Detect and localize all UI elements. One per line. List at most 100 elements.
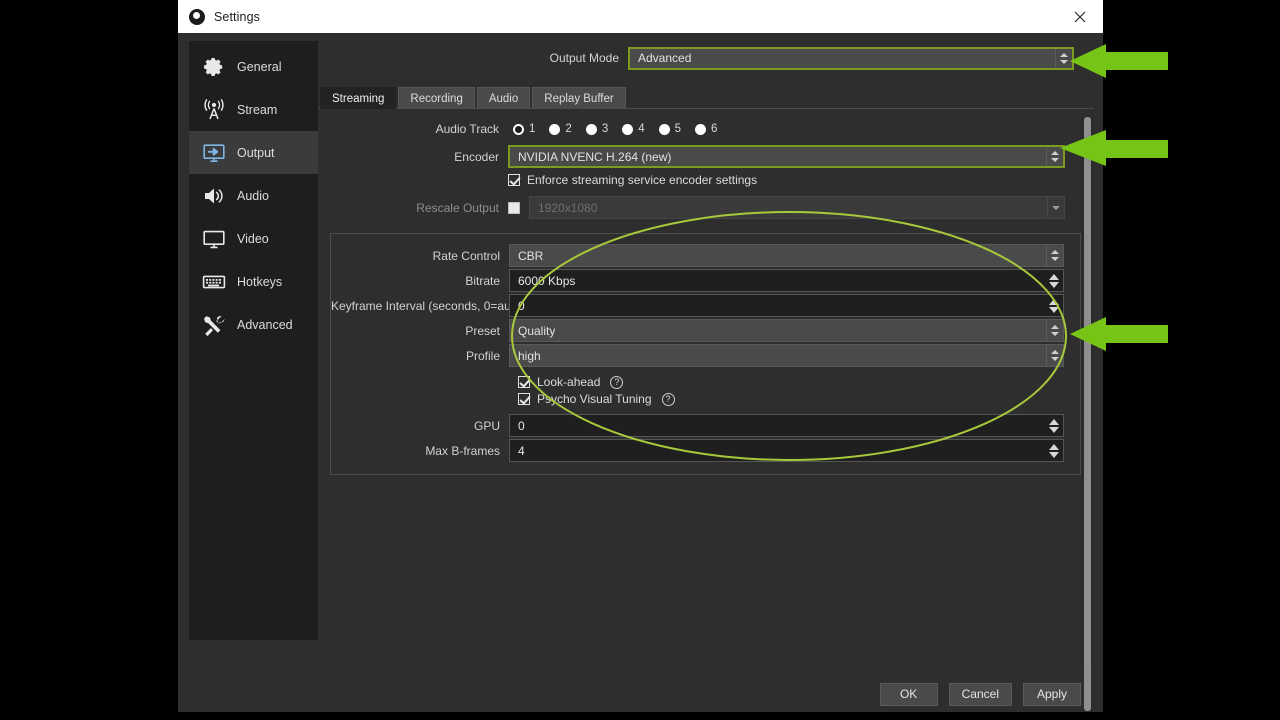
encoder-settings-group: Rate Control CBR Bitrate 6000 Kbps bbox=[330, 233, 1081, 475]
bframes-row: Max B-frames 4 bbox=[331, 439, 1080, 462]
tab-streaming[interactable]: Streaming bbox=[320, 87, 396, 109]
radio-icon[interactable] bbox=[695, 124, 706, 135]
lookahead-row[interactable]: Look-ahead ? bbox=[518, 375, 1080, 389]
spinner-icon[interactable] bbox=[1045, 440, 1062, 461]
rescale-row: Rescale Output 1920x1080 bbox=[318, 196, 1081, 219]
rescale-select: 1920x1080 bbox=[529, 196, 1065, 219]
sidebar-item-label: Output bbox=[237, 146, 275, 160]
scrollbar-thumb[interactable] bbox=[1084, 117, 1091, 711]
output-mode-row: Output Mode Advanced bbox=[318, 45, 1094, 71]
cancel-button[interactable]: Cancel bbox=[949, 683, 1012, 706]
radio-icon[interactable] bbox=[622, 124, 633, 135]
gpu-label: GPU bbox=[331, 419, 509, 433]
rate-control-label: Rate Control bbox=[331, 249, 509, 263]
audio-track-5[interactable]: 5 bbox=[654, 123, 681, 135]
audio-track-3[interactable]: 3 bbox=[581, 123, 608, 135]
sidebar-item-output[interactable]: Output bbox=[189, 131, 318, 174]
audio-track-1[interactable]: 1 bbox=[508, 123, 535, 135]
preset-select[interactable]: Quality bbox=[509, 319, 1064, 342]
rate-control-value: CBR bbox=[510, 249, 543, 263]
speaker-icon bbox=[201, 183, 227, 209]
settings-main: Output Mode Advanced Streaming Recording… bbox=[318, 41, 1094, 676]
chevron-updown-icon[interactable] bbox=[1046, 245, 1063, 266]
chevron-updown-icon[interactable] bbox=[1046, 345, 1063, 366]
bitrate-value: 6000 Kbps bbox=[510, 274, 575, 288]
profile-select[interactable]: high bbox=[509, 344, 1064, 367]
sidebar-item-label: Advanced bbox=[237, 318, 293, 332]
gpu-row: GPU 0 bbox=[331, 414, 1080, 437]
chevron-down-icon bbox=[1047, 197, 1064, 218]
close-icon[interactable] bbox=[1057, 0, 1103, 33]
enforce-checkbox[interactable] bbox=[508, 174, 520, 186]
spinner-icon[interactable] bbox=[1045, 270, 1062, 291]
sidebar-item-audio[interactable]: Audio bbox=[189, 174, 318, 217]
sidebar-item-label: Video bbox=[237, 232, 269, 246]
bframes-input[interactable]: 4 bbox=[509, 439, 1064, 462]
lookahead-label: Look-ahead bbox=[537, 375, 600, 389]
chevron-updown-icon[interactable] bbox=[1046, 320, 1063, 341]
encoder-label: Encoder bbox=[318, 150, 508, 164]
keyframe-row: Keyframe Interval (seconds, 0=auto) 0 bbox=[331, 294, 1080, 317]
audio-track-6-label: 6 bbox=[711, 123, 717, 135]
psycho-label: Psycho Visual Tuning bbox=[537, 392, 652, 406]
audio-track-4-label: 4 bbox=[638, 123, 644, 135]
sidebar-item-general[interactable]: General bbox=[189, 45, 318, 88]
audio-track-1-label: 1 bbox=[529, 123, 535, 135]
chevron-updown-icon[interactable] bbox=[1046, 147, 1063, 166]
dialog-footer: OK Cancel Apply bbox=[178, 676, 1103, 712]
vertical-scrollbar[interactable] bbox=[1081, 117, 1094, 670]
output-mode-value: Advanced bbox=[630, 51, 691, 65]
bitrate-input[interactable]: 6000 Kbps bbox=[509, 269, 1064, 292]
tab-audio[interactable]: Audio bbox=[477, 87, 530, 109]
apply-button[interactable]: Apply bbox=[1023, 683, 1081, 706]
audio-track-group: 1 2 3 4 bbox=[508, 123, 726, 135]
tools-icon bbox=[201, 312, 227, 338]
sidebar-item-hotkeys[interactable]: Hotkeys bbox=[189, 260, 318, 303]
gear-icon bbox=[201, 54, 227, 80]
audio-track-2-label: 2 bbox=[565, 123, 571, 135]
bframes-value: 4 bbox=[510, 444, 525, 458]
gpu-input[interactable]: 0 bbox=[509, 414, 1064, 437]
scroll-wrapper: Audio Track 1 2 bbox=[318, 109, 1094, 670]
enforce-checkbox-row[interactable]: Enforce streaming service encoder settin… bbox=[508, 173, 757, 187]
audio-track-6[interactable]: 6 bbox=[690, 123, 717, 135]
radio-icon[interactable] bbox=[586, 124, 597, 135]
audio-track-2[interactable]: 2 bbox=[544, 123, 571, 135]
psycho-checkbox[interactable] bbox=[518, 393, 530, 405]
audio-track-4[interactable]: 4 bbox=[617, 123, 644, 135]
sidebar-item-advanced[interactable]: Advanced bbox=[189, 303, 318, 346]
audio-track-row: Audio Track 1 2 bbox=[318, 119, 1081, 139]
rate-control-row: Rate Control CBR bbox=[331, 244, 1080, 267]
radio-icon[interactable] bbox=[549, 124, 560, 135]
spinner-icon[interactable] bbox=[1045, 415, 1062, 436]
profile-row: Profile high bbox=[331, 344, 1080, 367]
psycho-row[interactable]: Psycho Visual Tuning ? bbox=[518, 392, 1080, 406]
sidebar-item-stream[interactable]: Stream bbox=[189, 88, 318, 131]
bitrate-label: Bitrate bbox=[331, 274, 509, 288]
spinner-icon[interactable] bbox=[1045, 295, 1062, 316]
radio-icon[interactable] bbox=[659, 124, 670, 135]
audio-track-5-label: 5 bbox=[675, 123, 681, 135]
bitrate-row: Bitrate 6000 Kbps bbox=[331, 269, 1080, 292]
chevron-updown-icon[interactable] bbox=[1055, 49, 1072, 68]
encoder-select[interactable]: NVIDIA NVENC H.264 (new) bbox=[508, 145, 1065, 168]
tab-replay-buffer[interactable]: Replay Buffer bbox=[532, 87, 625, 109]
radio-icon[interactable] bbox=[513, 124, 524, 135]
preset-row: Preset Quality bbox=[331, 319, 1080, 342]
lookahead-checkbox[interactable] bbox=[518, 376, 530, 388]
keyframe-input[interactable]: 0 bbox=[509, 294, 1064, 317]
sidebar-item-video[interactable]: Video bbox=[189, 217, 318, 260]
enforce-label: Enforce streaming service encoder settin… bbox=[527, 173, 757, 187]
output-mode-select[interactable]: Advanced bbox=[628, 47, 1074, 70]
help-icon[interactable]: ? bbox=[662, 393, 675, 406]
settings-sidebar: General Stream bbox=[189, 41, 318, 640]
help-icon[interactable]: ? bbox=[610, 376, 623, 389]
ok-button[interactable]: OK bbox=[880, 683, 938, 706]
tab-recording[interactable]: Recording bbox=[398, 87, 474, 109]
preset-label: Preset bbox=[331, 324, 509, 338]
sidebar-item-label: Hotkeys bbox=[237, 275, 282, 289]
rescale-checkbox[interactable] bbox=[508, 202, 520, 214]
rate-control-select[interactable]: CBR bbox=[509, 244, 1064, 267]
keyframe-value: 0 bbox=[510, 299, 525, 313]
broadcast-icon bbox=[201, 97, 227, 123]
